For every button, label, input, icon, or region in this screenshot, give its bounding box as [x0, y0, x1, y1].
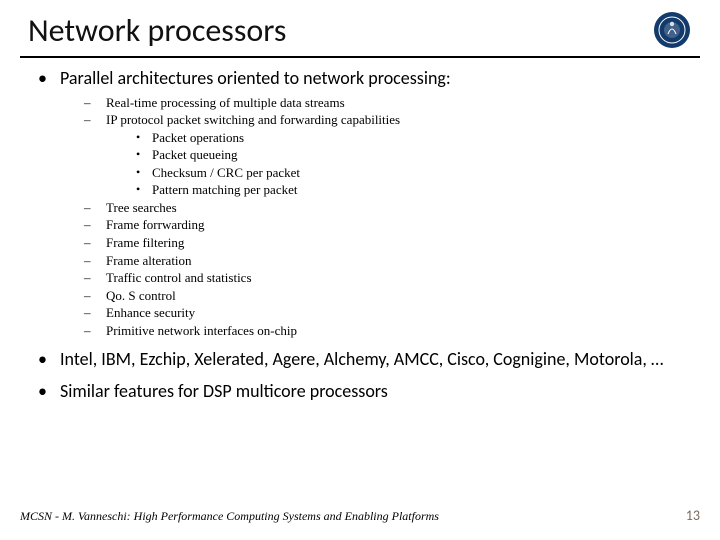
bullet-text: Packet operations — [152, 130, 244, 145]
page-number: 13 — [686, 507, 700, 524]
bullet-text: Packet queueing — [152, 147, 238, 162]
list-item: Traffic control and statistics — [84, 269, 686, 287]
bullet-text: Tree searches — [106, 200, 177, 215]
bullet-text: Similar features for DSP multicore proce… — [60, 380, 388, 402]
bullet-text: Real-time processing of multiple data st… — [106, 95, 345, 110]
bullet-list-lvl2: Real-time processing of multiple data st… — [60, 94, 686, 340]
list-item: Frame forrwarding — [84, 216, 686, 234]
slide: Network processors Parallel architecture… — [0, 0, 720, 540]
content-area: Parallel architectures oriented to netwo… — [0, 68, 720, 402]
bullet-text: Intel, IBM, Ezchip, Xelerated, Agere, Al… — [60, 348, 663, 370]
bullet-text: Pattern matching per packet — [152, 182, 297, 197]
list-item: Frame alteration — [84, 252, 686, 270]
slide-title: Network processors — [28, 11, 286, 50]
bullet-text: Frame alteration — [106, 253, 192, 268]
list-item: IP protocol packet switching and forward… — [84, 111, 686, 199]
list-item: Pattern matching per packet — [136, 181, 686, 199]
list-item: Tree searches — [84, 199, 686, 217]
list-item: Checksum / CRC per packet — [136, 164, 686, 182]
bullet-text: Enhance security — [106, 305, 195, 320]
list-item: Similar features for DSP multicore proce… — [34, 381, 686, 403]
footer: MCSN - M. Vanneschi: High Performance Co… — [20, 507, 700, 524]
list-item: Intel, IBM, Ezchip, Xelerated, Agere, Al… — [34, 349, 686, 371]
title-divider — [20, 56, 700, 58]
list-item: Primitive network interfaces on-chip — [84, 322, 686, 340]
list-item: Frame filtering — [84, 234, 686, 252]
bullet-text: Traffic control and statistics — [106, 270, 252, 285]
bullet-list-lvl1: Parallel architectures oriented to netwo… — [34, 68, 686, 402]
list-item: Enhance security — [84, 304, 686, 322]
bullet-text: Qo. S control — [106, 288, 176, 303]
footer-text: MCSN - M. Vanneschi: High Performance Co… — [20, 509, 439, 524]
list-item: Packet queueing — [136, 146, 686, 164]
bullet-text: Frame filtering — [106, 235, 184, 250]
bullet-text: Frame forrwarding — [106, 217, 205, 232]
bullet-text: Checksum / CRC per packet — [152, 165, 300, 180]
list-item: Real-time processing of multiple data st… — [84, 94, 686, 112]
title-row: Network processors — [0, 0, 720, 50]
list-item: Packet operations — [136, 129, 686, 147]
bullet-text: Parallel architectures oriented to netwo… — [60, 67, 451, 89]
bullet-text: Primitive network interfaces on-chip — [106, 323, 297, 338]
bullet-text: IP protocol packet switching and forward… — [106, 112, 400, 127]
list-item: Parallel architectures oriented to netwo… — [34, 68, 686, 339]
list-item: Qo. S control — [84, 287, 686, 305]
seal-logo-icon — [652, 10, 692, 50]
bullet-list-lvl3: Packet operations Packet queueing Checks… — [106, 129, 686, 199]
